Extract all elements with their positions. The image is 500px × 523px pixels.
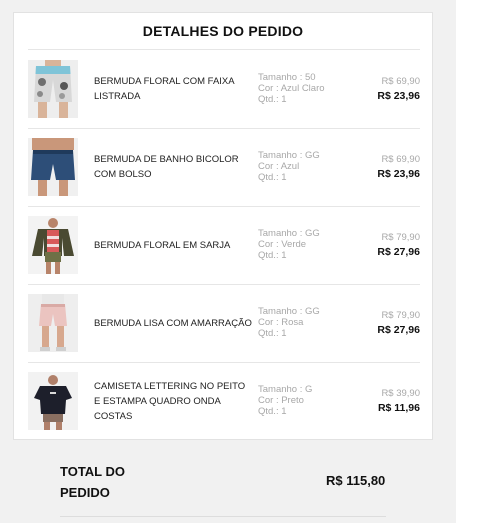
item-quantity: Qtd.: 1 [258, 406, 287, 417]
item-sale-price: R$ 27,96 [377, 246, 420, 258]
item-size: Tamanho : GG [258, 306, 320, 317]
model-in-jacket-image[interactable] [28, 216, 78, 274]
item-sale-price: R$ 23,96 [377, 90, 420, 102]
item-color: Cor : Rosa [258, 317, 304, 328]
item-sale-price: R$ 27,96 [377, 324, 420, 336]
item-sale-price: R$ 23,96 [377, 168, 420, 180]
item-color: Cor : Verde [258, 239, 307, 250]
item-original-price: R$ 69,90 [381, 154, 420, 165]
order-item: BERMUDA FLORAL COM FAIXA LISTRADA Tamanh… [14, 50, 434, 128]
email-background: DETALHES DO PEDIDO BERMUDA FLORAL COM FA… [0, 0, 456, 523]
item-original-price: R$ 39,90 [381, 388, 420, 399]
item-attributes: Tamanho : GG Cor : Azul Qtd.: 1 [258, 150, 320, 183]
item-original-price: R$ 79,90 [381, 232, 420, 243]
item-quantity: Qtd.: 1 [258, 94, 287, 105]
footer-divider [60, 516, 386, 517]
item-size: Tamanho : GG [258, 228, 320, 239]
order-item: BERMUDA DE BANHO BICOLOR COM BOLSO Taman… [14, 128, 434, 206]
item-attributes: Tamanho : 50 Cor : Azul Claro Qtd.: 1 [258, 72, 325, 105]
order-total-value: R$ 115,80 [326, 473, 386, 488]
item-quantity: Qtd.: 1 [258, 328, 287, 339]
order-details-card: DETALHES DO PEDIDO BERMUDA FLORAL COM FA… [13, 12, 433, 440]
item-name[interactable]: BERMUDA FLORAL EM SARJA [94, 206, 254, 284]
item-original-price: R$ 79,90 [381, 310, 420, 321]
item-original-price: R$ 69,90 [381, 76, 420, 87]
order-item: BERMUDA FLORAL EM SARJA Tamanho : GG Cor… [14, 206, 434, 284]
item-color: Cor : Azul Claro [258, 83, 325, 94]
item-name[interactable]: BERMUDA DE BANHO BICOLOR COM BOLSO [94, 128, 254, 206]
item-name[interactable]: BERMUDA LISA COM AMARRAÇÃO [94, 284, 254, 362]
item-quantity: Qtd.: 1 [258, 172, 287, 183]
item-attributes: Tamanho : GG Cor : Rosa Qtd.: 1 [258, 306, 320, 339]
pink-shorts-image[interactable] [28, 294, 78, 352]
order-item: CAMISETA LETTERING NO PEITO E ESTAMPA QU… [14, 362, 434, 440]
item-sale-price: R$ 11,96 [377, 402, 420, 414]
item-size: Tamanho : G [258, 384, 313, 395]
item-color: Cor : Azul [258, 161, 300, 172]
black-tshirt-image[interactable] [28, 372, 78, 430]
order-details-title: DETALHES DO PEDIDO [142, 23, 304, 39]
swim-shorts-image[interactable] [28, 138, 78, 196]
item-quantity: Qtd.: 1 [258, 250, 287, 261]
order-total-label: TOTAL DO PEDIDO [60, 464, 125, 500]
order-item: BERMUDA LISA COM AMARRAÇÃO Tamanho : GG … [14, 284, 434, 362]
item-size: Tamanho : GG [258, 150, 320, 161]
item-color: Cor : Preto [258, 395, 304, 406]
item-attributes: Tamanho : G Cor : Preto Qtd.: 1 [258, 384, 312, 417]
item-attributes: Tamanho : GG Cor : Verde Qtd.: 1 [258, 228, 320, 261]
item-name[interactable]: BERMUDA FLORAL COM FAIXA LISTRADA [94, 50, 254, 128]
floral-shorts-image[interactable] [28, 60, 78, 118]
item-name[interactable]: CAMISETA LETTERING NO PEITO E ESTAMPA QU… [94, 362, 254, 440]
item-size: Tamanho : 50 [258, 72, 316, 83]
